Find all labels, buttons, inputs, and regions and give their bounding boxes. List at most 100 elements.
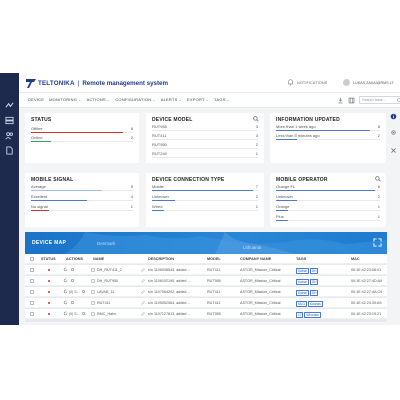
row-checkbox[interactable] xyxy=(30,290,34,294)
connection-type-row[interactable]: Mobile 7 xyxy=(152,184,258,193)
device-model-row[interactable]: RUT411 3 xyxy=(152,133,258,142)
column-header-description[interactable]: DESCRIPTION xyxy=(148,257,174,261)
status-row-offline[interactable]: Offline 8 xyxy=(31,126,133,135)
column-header-model[interactable]: MODEL xyxy=(207,257,221,261)
tag-badge[interactable]: MLG xyxy=(296,301,307,307)
mobile-signal-row[interactable]: Excellent 4 xyxy=(31,194,133,203)
edit-icon[interactable] xyxy=(141,312,145,316)
mobile-operator-row[interactable]: Plus 1 xyxy=(276,214,380,223)
row-actions[interactable] xyxy=(63,278,75,283)
notifications-button[interactable]: NOTIFICATIONS xyxy=(287,79,327,86)
refresh-icon[interactable] xyxy=(63,311,68,316)
devices-icon[interactable] xyxy=(5,116,14,125)
row-checkbox[interactable] xyxy=(30,268,34,272)
device-name[interactable]: LAVAR_11 xyxy=(97,290,114,294)
device-name[interactable]: DH_RUT411_2 xyxy=(97,268,122,272)
row-actions[interactable]: (0) S... xyxy=(63,289,86,294)
close-icon[interactable] xyxy=(390,147,397,154)
user-menu[interactable]: LUKAS.ZAKAI@RMS.LT xyxy=(343,79,394,86)
menu-alerts[interactable]: ALERTS⌄ xyxy=(161,97,182,102)
row-actions[interactable] xyxy=(63,267,75,272)
gear-icon[interactable] xyxy=(390,129,397,136)
row-checkbox[interactable] xyxy=(30,279,34,283)
mobile-operator-row[interactable]: Orange 1 xyxy=(276,204,380,213)
device-name[interactable]: RMC_Hahn xyxy=(97,312,116,316)
connection-type-row[interactable]: Wired 1 xyxy=(152,204,258,213)
expand-icon[interactable] xyxy=(373,238,382,247)
device-model-row[interactable]: RUT240 1 xyxy=(152,151,258,160)
row-checkbox[interactable] xyxy=(30,312,34,316)
refresh-icon[interactable] xyxy=(63,267,68,272)
row-actions[interactable] xyxy=(63,300,75,305)
download-icon[interactable] xyxy=(337,97,344,104)
table-row[interactable]: (0) S... RMC_Hahn s/n 1107127813, added ..… xyxy=(25,309,387,319)
table-row[interactable]: DH_RUT955 s/n 1106102190, added ... RUT955… xyxy=(25,276,387,286)
edit-icon[interactable] xyxy=(141,279,145,283)
column-header-tags[interactable]: TAGS xyxy=(296,257,306,261)
column-header-actions[interactable]: ACTIONS xyxy=(66,257,83,261)
search-icon[interactable] xyxy=(375,176,381,182)
menu-monitoring[interactable]: MONITORING⌄ xyxy=(49,97,82,102)
tag-badge[interactable]: LT xyxy=(296,312,304,318)
search-icon[interactable] xyxy=(253,116,259,122)
tag-badge[interactable]: Kalnai xyxy=(296,290,309,296)
row-bar-track xyxy=(276,220,380,221)
gear-icon[interactable] xyxy=(70,278,75,283)
mobile-signal-row[interactable]: No signal 1 xyxy=(31,204,133,213)
menu-tags[interactable]: TAGS⌄ xyxy=(214,97,230,102)
analytics-icon[interactable] xyxy=(5,101,14,110)
edit-icon[interactable] xyxy=(141,301,145,305)
column-header-company[interactable]: COMPANY NAME xyxy=(240,257,271,261)
menu-actions[interactable]: ACTIONS⌄ xyxy=(87,97,111,102)
table-row[interactable]: (0) S... LAVAR_11 s/n 1107064202, added ..… xyxy=(25,287,387,297)
connection-type-row[interactable]: Unknown 2 xyxy=(152,194,258,203)
gear-icon[interactable] xyxy=(70,267,75,272)
tag-badge[interactable]: Wroclaw xyxy=(304,312,321,318)
refresh-icon[interactable] xyxy=(63,289,68,294)
mobile-operator-row[interactable]: Orange FL 6 xyxy=(276,184,380,193)
tag-badge[interactable]: DH xyxy=(309,279,319,285)
column-header-name[interactable]: NAME xyxy=(93,257,104,261)
menu-export[interactable]: EXPORT⌄ xyxy=(187,97,209,102)
column-header-status[interactable]: STATUS xyxy=(41,257,56,261)
gear-icon[interactable] xyxy=(81,289,86,294)
info-updated-row[interactable]: More than 1 week ago 8 xyxy=(276,124,380,133)
device-name[interactable]: RUT411 xyxy=(97,301,110,305)
row-actions[interactable]: (0) S... xyxy=(63,311,86,316)
tag-badge[interactable]: Kalnai xyxy=(296,279,309,285)
table-row[interactable]: DH_RUT411_2 s/n 1106938543, added ... RUT4… xyxy=(25,265,387,275)
files-icon[interactable] xyxy=(5,146,14,155)
edit-icon[interactable] xyxy=(141,268,145,272)
device-tags: Kalnai DH xyxy=(296,268,319,274)
status-row-online[interactable]: Online 2 xyxy=(31,135,133,144)
tag-badge[interactable]: Kalnai xyxy=(296,268,309,274)
columns-icon[interactable] xyxy=(348,97,355,104)
tag-badge[interactable]: DH xyxy=(309,268,319,274)
tag-badge[interactable]: Kaunas xyxy=(307,301,323,307)
left-nav-rail xyxy=(0,73,19,325)
menu-configuration[interactable]: CONFIGURATION⌄ xyxy=(115,97,155,102)
refresh-icon[interactable] xyxy=(63,278,68,283)
column-header-mac[interactable]: MAC xyxy=(351,257,360,261)
tag-badge[interactable]: DH xyxy=(309,290,319,296)
users-icon[interactable] xyxy=(5,131,14,140)
mobile-operator-row[interactable]: Unknown 2 xyxy=(276,194,380,203)
device-map[interactable]: DEVICE MAP Denmark Lithuania xyxy=(25,232,387,254)
device-name[interactable]: DH_RUT955 xyxy=(97,279,118,283)
gear-icon[interactable] xyxy=(81,311,86,316)
table-row[interactable]: RUT411 s/n 1105052064, added ... RUT411 AST… xyxy=(25,298,387,308)
row-value: 1 xyxy=(255,204,258,209)
select-all-checkbox[interactable] xyxy=(30,257,34,261)
gear-icon[interactable] xyxy=(70,300,75,305)
menu-device[interactable]: DEVICE xyxy=(28,97,44,102)
device-model-row[interactable]: RUT955 3 xyxy=(152,124,258,133)
edit-icon[interactable] xyxy=(141,290,145,294)
mobile-signal-row[interactable]: Average 5 xyxy=(31,184,133,193)
row-checkbox[interactable] xyxy=(30,301,34,305)
search-input[interactable]: Search table... xyxy=(359,96,400,104)
info-updated-row[interactable]: Less than 5 minutes ago 2 xyxy=(276,133,380,142)
row-bar-fill xyxy=(276,220,289,221)
info-icon[interactable] xyxy=(390,113,397,120)
device-model-row[interactable]: RUT950 2 xyxy=(152,142,258,151)
refresh-icon[interactable] xyxy=(63,300,68,305)
